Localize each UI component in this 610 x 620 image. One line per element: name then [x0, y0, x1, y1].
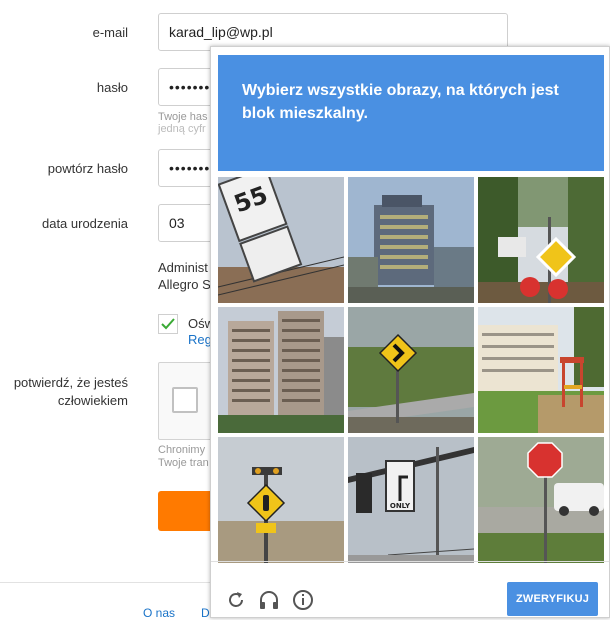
popup-footer-divider	[211, 561, 609, 562]
captcha-image-grid: 55 ONLY	[218, 177, 604, 563]
info-icon[interactable]	[292, 589, 314, 611]
protect-text-line2: Twoje tran	[158, 457, 209, 469]
footer-divider	[0, 582, 210, 583]
captcha-tile-only-sign[interactable]: ONLY	[348, 437, 474, 563]
recaptcha-checkbox[interactable]	[172, 387, 198, 413]
password-hint-line2: jedną cyfr	[158, 123, 206, 135]
captcha-instruction: Wybierz wszystkie obrazy, na których jes…	[242, 82, 559, 122]
captcha-tile-apartment-towers[interactable]	[218, 307, 344, 433]
admin-text-line1: Administ	[158, 260, 208, 275]
birthdate-label: data urodzenia	[41, 216, 128, 231]
captcha-tile-road-signs-trees[interactable]	[478, 177, 604, 303]
captcha-tile-traffic-light-sign[interactable]	[218, 437, 344, 563]
svg-text:ONLY: ONLY	[390, 502, 411, 510]
email-label: e-mail	[92, 25, 128, 40]
human-label-line2: człowiekiem	[57, 393, 128, 408]
captcha-tile-speed-sign[interactable]: 55	[218, 177, 344, 303]
checkmark-icon	[161, 318, 175, 330]
captcha-tile-apartment-playground[interactable]	[478, 307, 604, 433]
consent-link[interactable]: Reg	[188, 331, 212, 349]
consent-checkbox[interactable]	[158, 314, 178, 334]
captcha-tile-office-building[interactable]	[348, 177, 474, 303]
password-label: hasło	[96, 80, 128, 95]
protect-text-line1: Chronimy	[158, 444, 206, 456]
reload-icon[interactable]	[225, 589, 247, 611]
captcha-instruction-header: Wybierz wszystkie obrazy, na których jes…	[218, 55, 604, 171]
captcha-tile-curve-sign[interactable]	[348, 307, 474, 433]
captcha-tile-stop-sign-street[interactable]	[478, 437, 604, 563]
captcha-challenge-popup: Wybierz wszystkie obrazy, na których jes…	[210, 46, 610, 618]
headphones-icon[interactable]	[258, 589, 280, 611]
human-label-line1: potwierdź, że jesteś	[13, 375, 128, 390]
password-hint-line1: Twoje has	[158, 111, 208, 123]
admin-text-line2: Allegro S	[158, 277, 211, 292]
verify-button[interactable]: ZWERYFIKUJ	[507, 582, 598, 616]
repeat-password-label: powtórz hasło	[47, 161, 128, 176]
